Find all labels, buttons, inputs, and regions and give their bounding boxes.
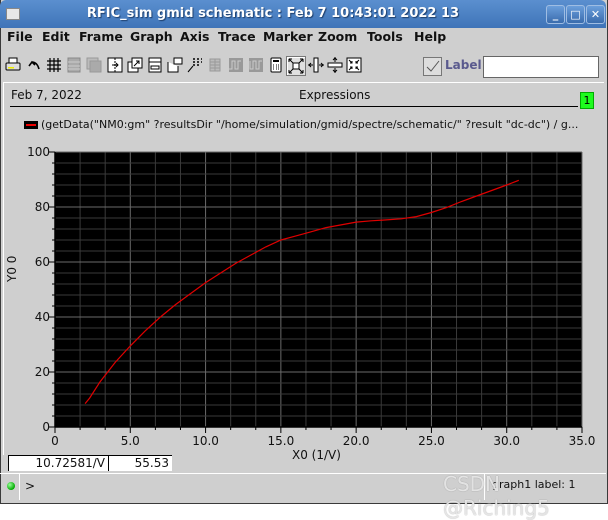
command-prompt[interactable]: > xyxy=(25,479,35,493)
y-tick-label: 0 xyxy=(42,420,50,434)
x-tick-label: 0 xyxy=(51,434,59,448)
plot-background[interactable] xyxy=(55,152,582,427)
cursor-x-readout: 10.72581/V xyxy=(8,455,108,471)
status-divider xyxy=(19,474,20,500)
watermark: CSDN @Riching5 xyxy=(443,472,550,520)
x-tick-label: 10.0 xyxy=(192,434,219,448)
x-axis-label: X0 (1/V) xyxy=(292,448,341,462)
x-tick-label: 20.0 xyxy=(343,434,370,448)
x-tick-label: 25.0 xyxy=(418,434,445,448)
y-tick-label: 80 xyxy=(35,200,50,214)
y-tick-label: 60 xyxy=(35,255,50,269)
y-tick-label: 40 xyxy=(35,310,50,324)
y-tick-label: 100 xyxy=(27,145,50,159)
x-tick-label: 5.0 xyxy=(121,434,140,448)
cursor-y-readout: 55.53 xyxy=(108,455,172,471)
x-tick-label: 30.0 xyxy=(493,434,520,448)
x-tick-label: 15.0 xyxy=(267,434,294,448)
x-tick-label: 35.0 xyxy=(569,434,596,448)
status-led-icon xyxy=(7,482,15,490)
y-tick-label: 20 xyxy=(35,365,50,379)
plot-area[interactable]: 0 5.0 10.0 15.0 20.0 25.0 30.0 35.0 0 20 40 60 80 100 xyxy=(0,0,608,505)
